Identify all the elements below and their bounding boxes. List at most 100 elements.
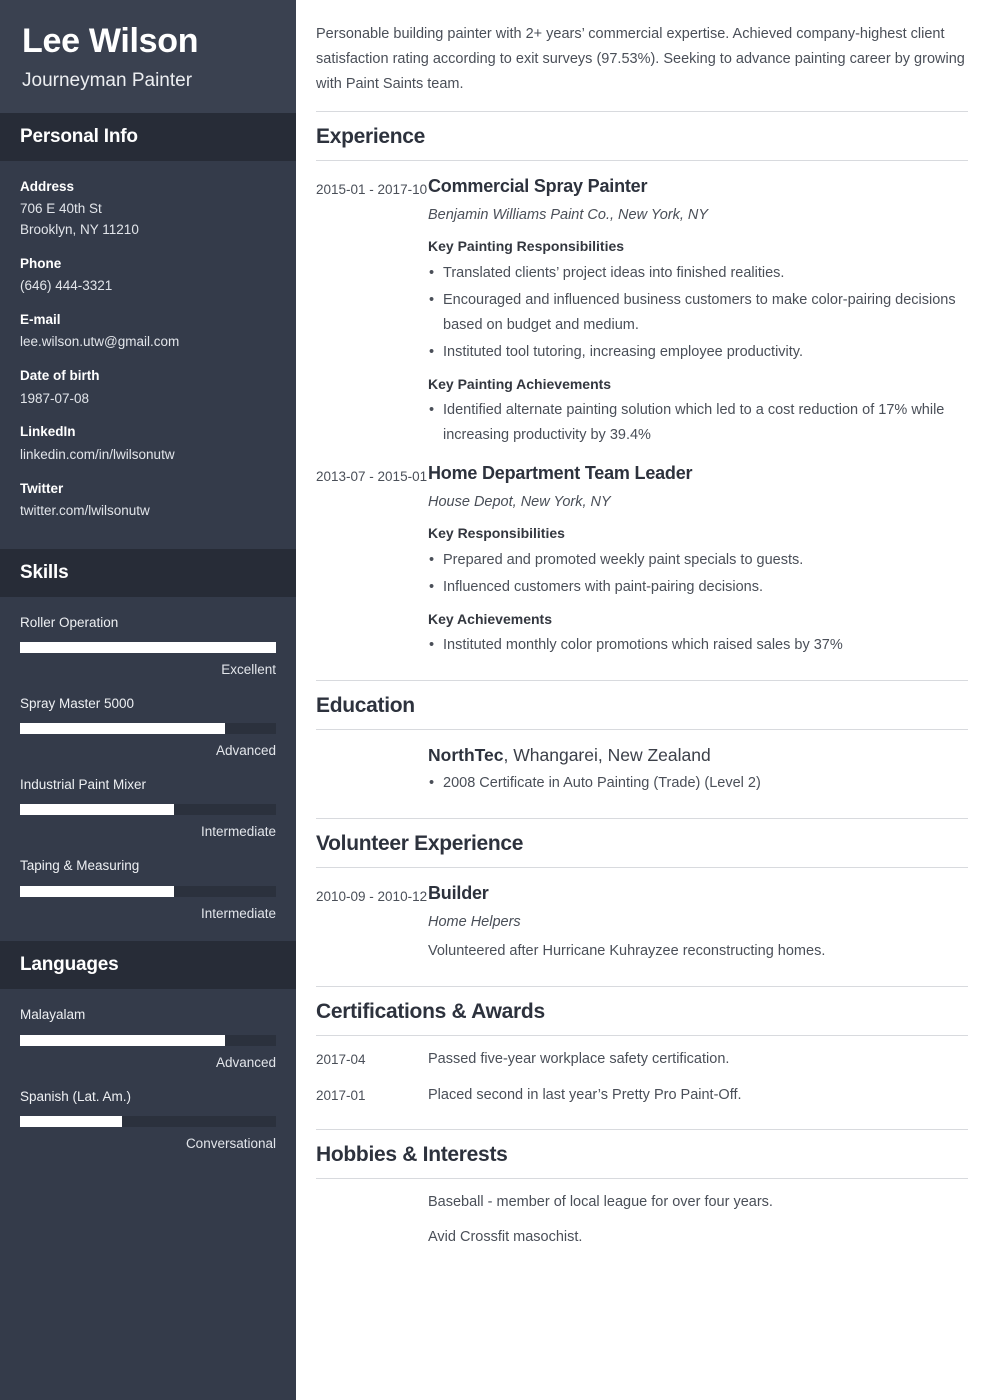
info-value: 1987-07-08 [20, 390, 90, 406]
skill-level-bar-fill [20, 885, 174, 897]
section-heading-volunteer-experience: Volunteer Experience [316, 817, 968, 868]
entry-body: Home Department Team Leader House Depot,… [428, 462, 968, 668]
bullet-item: Instituted monthly color promotions whic… [428, 633, 968, 658]
skill-level-bar [20, 723, 276, 735]
skill-level-bar [20, 642, 276, 654]
language-level-bar [20, 1115, 276, 1127]
skill-level-bar-fill [20, 642, 276, 654]
education-school: NorthTec, Whangarei, New Zealand [428, 744, 968, 768]
entry-dates: 2013-07 - 2015-01 [316, 468, 428, 484]
entry-role: Builder [428, 882, 489, 903]
entry-subheading-responsibilities: Key Painting Responsibilities [428, 238, 625, 255]
bullet-item: Influenced customers with paint-pairing … [428, 575, 968, 600]
info-value: 706 E 40th St [20, 201, 102, 217]
entry-dates [316, 744, 428, 806]
skill-level-bar [20, 885, 276, 897]
experience-entry: 2013-07 - 2015-01 Home Department Team L… [316, 448, 968, 668]
hobby-row: Avid Crossfit masochist. [316, 1214, 968, 1249]
info-label: Date of birth [20, 368, 100, 384]
section-education: Education NorthTec, Whangarei, New Zeala… [316, 679, 968, 806]
entry-organization: Home Helpers [428, 913, 521, 930]
info-label: Phone [20, 255, 62, 271]
entry-bullet-list: Translated clients’ project ideas into f… [428, 261, 968, 365]
info-label: E-mail [20, 312, 61, 328]
experience-entry: 2015-01 - 2017-10 Commercial Spray Paint… [316, 161, 968, 448]
section-heading-education: Education [316, 679, 968, 730]
info-value: (646) 444-3321 [20, 278, 113, 294]
language-level-bar-fill [20, 1115, 123, 1127]
certification-text: Placed second in last year’s Pretty Pro … [428, 1086, 742, 1103]
info-label: Address [20, 178, 75, 194]
bullet-item: Translated clients’ project ideas into f… [428, 261, 968, 286]
skill-level-label: Intermediate [200, 824, 276, 840]
skill-name: Spray Master 5000 [20, 695, 135, 711]
section-certifications-awards: Certifications & Awards 2017-04 Passed f… [316, 986, 968, 1117]
volunteer-description: Volunteered after Hurricane Kuhrayzee re… [428, 943, 826, 960]
resume-page: Lee Wilson Journeyman Painter Personal I… [0, 0, 990, 1400]
hobby-row: Baseball - member of local league for ov… [316, 1179, 968, 1214]
skill-level-bar-fill [20, 804, 174, 816]
hobby-text: Baseball - member of local league for ov… [428, 1194, 773, 1211]
certification-row: 2017-01 Placed second in last year’s Pre… [316, 1072, 968, 1118]
language-level-bar-fill [20, 1034, 225, 1046]
entry-dates: 2015-01 - 2017-10 [316, 181, 428, 197]
info-value-email[interactable]: lee.wilson.utw@gmail.com [20, 332, 276, 353]
info-value-twitter-link[interactable]: twitter.com/lwilsonutw [20, 501, 276, 522]
info-group-address: Address 706 E 40th St Brooklyn, NY 11210 [20, 177, 276, 241]
entry-organization: House Depot, New York, NY [428, 494, 611, 511]
section-volunteer-experience: Volunteer Experience 2010-09 - 2010-12 B… [316, 817, 968, 975]
bullet-item: Encouraged and influenced business custo… [428, 288, 968, 338]
language-item: Malayalam Advanced [20, 1005, 276, 1072]
skill-level-bar [20, 804, 276, 816]
entry-subheading-achievements: Key Painting Achievements [428, 375, 612, 392]
languages-list: Malayalam Advanced Spanish (Lat. Am.) Co… [0, 989, 296, 1171]
candidate-job-title: Journeyman Painter [22, 70, 193, 92]
entry-role: Commercial Spray Painter [428, 175, 648, 196]
skill-level-label: Advanced [215, 743, 276, 759]
hobby-text: Avid Crossfit masochist. [428, 1229, 583, 1246]
section-heading-skills: Skills [0, 548, 296, 597]
skill-name: Taping & Measuring [20, 858, 140, 874]
section-heading-hobbies-interests: Hobbies & Interests [316, 1129, 968, 1180]
entry-organization: Benjamin Williams Paint Co., New York, N… [428, 207, 709, 224]
education-entry: NorthTec, Whangarei, New Zealand 2008 Ce… [316, 730, 968, 806]
entry-bullet-list: Prepared and promoted weekly paint speci… [428, 548, 968, 600]
skill-item: Spray Master 5000 Advanced [20, 694, 276, 761]
bullet-item: Identified alternate painting solution w… [428, 398, 968, 448]
entry-dates: 2017-01 [316, 1087, 366, 1103]
personal-info-list: Address 706 E 40th St Brooklyn, NY 11210… [0, 161, 296, 549]
bullet-item: Instituted tool tutoring, increasing emp… [428, 340, 968, 365]
bullet-item: Prepared and promoted weekly paint speci… [428, 548, 968, 573]
entry-body: Commercial Spray Painter Benjamin Willia… [428, 175, 968, 448]
entry-role: Home Department Team Leader [428, 462, 693, 483]
entry-subheading-achievements: Key Achievements [428, 610, 552, 627]
skill-name: Industrial Paint Mixer [20, 777, 147, 793]
language-name: Malayalam [20, 1007, 86, 1023]
sidebar: Lee Wilson Journeyman Painter Personal I… [0, 0, 296, 1400]
section-heading-languages: Languages [0, 941, 296, 990]
professional-summary: Personable building painter with 2+ year… [316, 26, 965, 92]
info-group-linkedin: LinkedIn linkedin.com/in/lwilsonutw [20, 422, 276, 465]
certification-row: 2017-04 Passed five-year workplace safet… [316, 1036, 968, 1072]
section-heading-certifications-awards: Certifications & Awards [316, 986, 968, 1037]
skill-level-label: Excellent [221, 662, 276, 678]
entry-subheading-responsibilities: Key Responsibilities [428, 525, 565, 542]
info-group-twitter: Twitter twitter.com/lwilsonutw [20, 479, 276, 522]
section-hobbies-interests: Hobbies & Interests Baseball - member of… [316, 1129, 968, 1249]
language-level-label: Conversational [185, 1135, 276, 1151]
entry-dates [316, 1191, 428, 1214]
section-experience: Experience 2015-01 - 2017-10 Commercial … [316, 110, 968, 668]
info-group-date-of-birth: Date of birth 1987-07-08 [20, 366, 276, 409]
entry-bullet-list: Identified alternate painting solution w… [428, 398, 968, 448]
language-item: Spanish (Lat. Am.) Conversational [20, 1087, 276, 1154]
entry-dates: 2010-09 - 2010-12 [316, 888, 428, 904]
skill-name: Roller Operation [20, 614, 119, 630]
main-content: Personable building painter with 2+ year… [296, 0, 990, 1400]
education-school-name: NorthTec [428, 744, 504, 765]
entry-body: NorthTec, Whangarei, New Zealand 2008 Ce… [428, 744, 968, 806]
info-value-linkedin-link[interactable]: linkedin.com/in/lwilsonutw [20, 445, 276, 466]
info-label: LinkedIn [20, 424, 76, 440]
entry-body: Builder Home Helpers Volunteered after H… [428, 882, 968, 965]
info-group-email: E-mail lee.wilson.utw@gmail.com [20, 310, 276, 353]
language-level-bar [20, 1034, 276, 1046]
